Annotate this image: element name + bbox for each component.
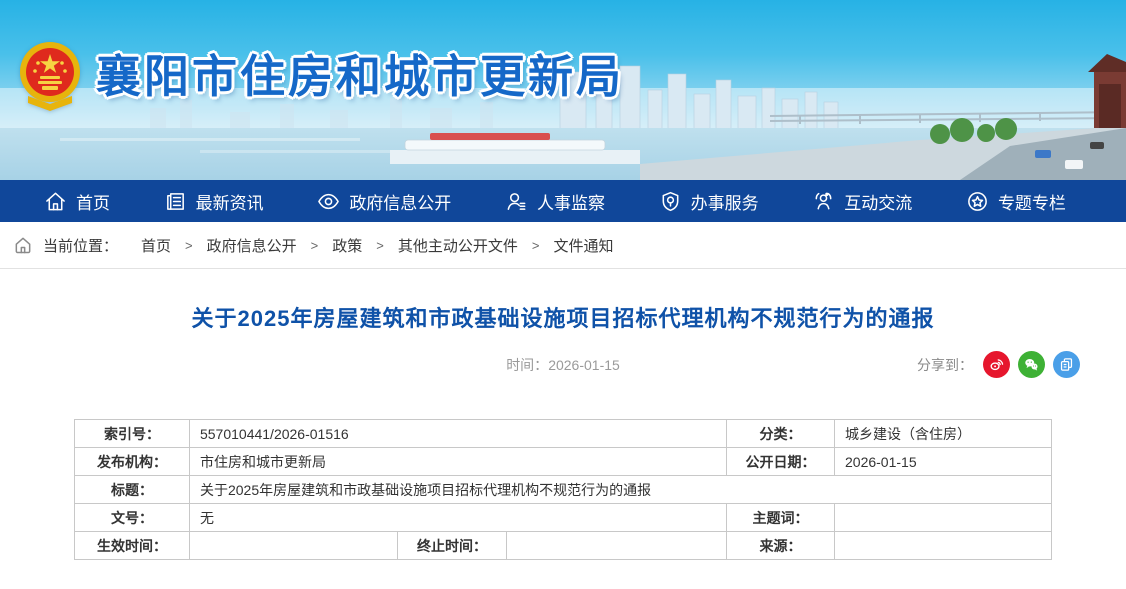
effective-date-value — [189, 532, 397, 560]
site-banner: 襄阳市住房和城市更新局 — [0, 0, 1126, 180]
publish-date-value: 2026-01-15 — [835, 448, 1052, 476]
weibo-icon — [988, 356, 1005, 373]
nav-label: 互动交流 — [844, 189, 912, 214]
shield-icon — [659, 190, 682, 213]
issuing-agency-label: 发布机构： — [74, 448, 189, 476]
site-title: 襄阳市住房和城市更新局 — [96, 54, 624, 99]
nav-item-special-topics[interactable]: 专题专栏 — [966, 189, 1066, 214]
doc-number-label: 文号： — [74, 504, 189, 532]
breadcrumb-item-policy[interactable]: 政策 — [332, 235, 362, 256]
time-value: 2026-01-15 — [548, 357, 620, 373]
share-copy-button[interactable] — [1053, 351, 1080, 378]
nav-item-gov-info[interactable]: 政府信息公开 — [317, 189, 451, 214]
source-label: 来源： — [727, 532, 835, 560]
keywords-label: 主题词： — [727, 504, 835, 532]
breadcrumb-item-home[interactable]: 首页 — [141, 235, 171, 256]
nav-label: 人事监察 — [537, 189, 605, 214]
nav-item-home[interactable]: 首页 — [44, 189, 110, 214]
breadcrumb-item-gov-info[interactable]: 政府信息公开 — [207, 235, 297, 256]
breadcrumb: 当前位置： 首页 > 政府信息公开 > 政策 > 其他主动公开文件 > 文件通知 — [0, 222, 1126, 269]
table-row-number-keywords: 文号： 无 主题词： — [74, 504, 1051, 532]
main-nav: 首页 最新资讯 政府信息公开 人事监察 办事服务 — [0, 180, 1126, 222]
share-weibo-button[interactable] — [983, 351, 1010, 378]
article-title: 关于2025年房屋建筑和市政基础设施项目招标代理机构不规范行为的通报 — [0, 301, 1126, 333]
nav-label: 专题专栏 — [998, 189, 1066, 214]
index-number-value: 557010441/2026-01516 — [189, 420, 726, 448]
brand: 襄阳市住房和城市更新局 — [18, 40, 624, 112]
time-label: 时间： — [506, 357, 548, 373]
chat-people-icon — [812, 190, 835, 213]
breadcrumb-separator: > — [185, 238, 193, 253]
star-circle-icon — [966, 190, 989, 213]
article-meta: 时间：2026-01-15 分享到： — [0, 351, 1126, 379]
share-wechat-button[interactable] — [1018, 351, 1045, 378]
breadcrumb-prefix: 当前位置： — [43, 235, 118, 256]
share-bar: 分享到： — [917, 351, 1080, 378]
home-icon — [13, 235, 33, 255]
table-row-dates-source: 生效时间： 终止时间： 来源： — [74, 532, 1051, 560]
breadcrumb-item-document-notice[interactable]: 文件通知 — [553, 235, 613, 256]
nav-item-news[interactable]: 最新资讯 — [164, 189, 264, 214]
article-main: 关于2025年房屋建筑和市政基础设施项目招标代理机构不规范行为的通报 时间：20… — [0, 301, 1126, 560]
issuing-agency-value: 市住房和城市更新局 — [189, 448, 726, 476]
source-value — [835, 532, 1052, 560]
page: 襄阳市住房和城市更新局 首页 最新资讯 政府信息公开 人事监察 — [0, 0, 1126, 589]
effective-date-label: 生效时间： — [74, 532, 189, 560]
nav-item-personnel[interactable]: 人事监察 — [505, 189, 605, 214]
breadcrumb-separator: > — [532, 238, 540, 253]
category-label: 分类： — [727, 420, 835, 448]
table-row-index-category: 索引号： 557010441/2026-01516 分类： 城乡建设（含住房） — [74, 420, 1051, 448]
category-value: 城乡建设（含住房） — [835, 420, 1052, 448]
expiry-date-value — [506, 532, 726, 560]
publish-date-label: 公开日期： — [727, 448, 835, 476]
table-row-title: 标题： 关于2025年房屋建筑和市政基础设施项目招标代理机构不规范行为的通报 — [74, 476, 1051, 504]
nav-label: 最新资讯 — [196, 189, 264, 214]
keywords-value — [835, 504, 1052, 532]
eye-icon — [317, 190, 340, 213]
document-info-table: 索引号： 557010441/2026-01516 分类： 城乡建设（含住房） … — [74, 419, 1052, 560]
home-icon — [44, 190, 67, 213]
breadcrumb-separator: > — [376, 238, 384, 253]
doc-number-value: 无 — [189, 504, 726, 532]
table-row-agency-date: 发布机构： 市住房和城市更新局 公开日期： 2026-01-15 — [74, 448, 1051, 476]
news-icon — [164, 190, 187, 213]
person-icon — [505, 190, 528, 213]
copy-document-icon — [1058, 356, 1075, 373]
nav-label: 办事服务 — [691, 189, 759, 214]
doc-title-value: 关于2025年房屋建筑和市政基础设施项目招标代理机构不规范行为的通报 — [189, 476, 1051, 504]
breadcrumb-separator: > — [311, 238, 319, 253]
china-national-emblem-icon — [18, 40, 82, 112]
nav-item-services[interactable]: 办事服务 — [659, 189, 759, 214]
index-number-label: 索引号： — [74, 420, 189, 448]
expiry-date-label: 终止时间： — [397, 532, 506, 560]
wechat-icon — [1023, 356, 1040, 373]
share-label: 分享到： — [917, 355, 973, 375]
nav-label: 政府信息公开 — [349, 189, 451, 214]
doc-title-label: 标题： — [74, 476, 189, 504]
breadcrumb-item-other-public-docs[interactable]: 其他主动公开文件 — [398, 235, 518, 256]
nav-item-interaction[interactable]: 互动交流 — [812, 189, 912, 214]
nav-label: 首页 — [76, 189, 110, 214]
